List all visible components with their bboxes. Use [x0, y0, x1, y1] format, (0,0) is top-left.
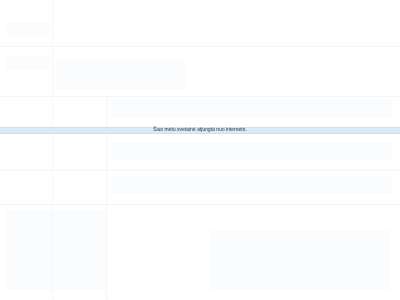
background-block	[56, 60, 186, 90]
background-divider	[0, 204, 400, 205]
background-divider	[52, 0, 53, 300]
background-block	[6, 56, 50, 70]
offline-notice-text: Šiuo metu svetainė atjungta nuo internet…	[153, 127, 247, 133]
background-block	[108, 142, 392, 160]
page: Šiuo metu svetainė atjungta nuo internet…	[0, 0, 400, 300]
background-block	[108, 100, 392, 118]
background-block	[108, 176, 392, 194]
background-divider	[0, 46, 400, 47]
background-block	[210, 230, 390, 290]
offline-notice-bar: Šiuo metu svetainė atjungta nuo internet…	[0, 127, 400, 134]
background-divider	[0, 170, 400, 171]
background-divider	[0, 96, 400, 97]
background-block	[6, 210, 106, 290]
background-block	[6, 22, 50, 36]
